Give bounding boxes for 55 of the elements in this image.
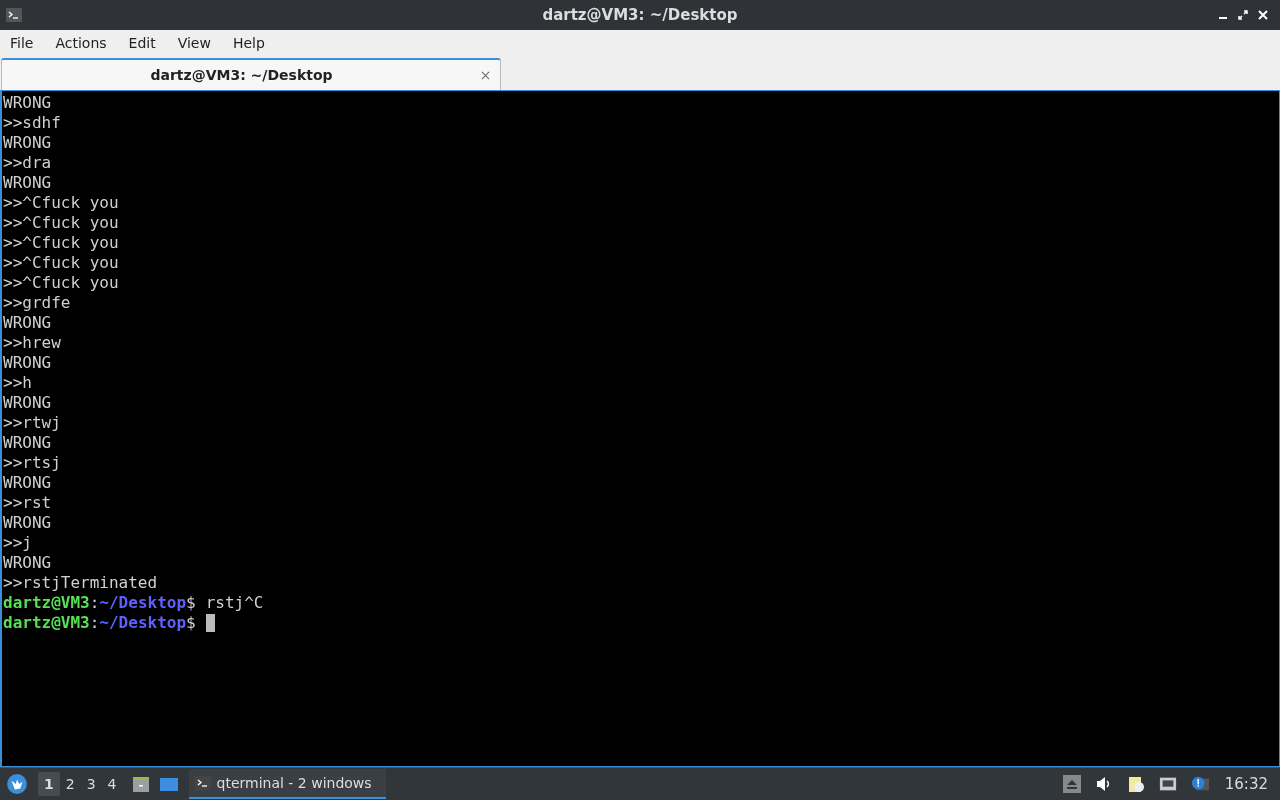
- terminal-line: >>rst: [3, 493, 52, 513]
- terminal-line: WRONG: [3, 353, 52, 373]
- terminal-line: WRONG: [3, 173, 52, 193]
- terminal-line: >>^Cfuck you: [3, 233, 119, 253]
- restore-icon[interactable]: [1238, 10, 1248, 20]
- prompt-path: ~/Desktop: [99, 593, 187, 613]
- terminal-line: WRONG: [3, 473, 52, 493]
- terminal-line: WRONG: [3, 133, 52, 153]
- terminal-line: WRONG: [3, 553, 52, 573]
- terminal-icon: [6, 8, 22, 22]
- clock: 16:32: [1224, 775, 1268, 793]
- command-text: rstj^C: [205, 593, 264, 613]
- file-manager-icon[interactable]: [130, 774, 151, 794]
- network-icon[interactable]: [1158, 775, 1177, 793]
- terminal-line: >>rtwj: [3, 413, 61, 433]
- prompt-separator: :: [89, 613, 100, 633]
- terminal-line: WRONG: [3, 433, 52, 453]
- terminal-line: >>^Cfuck you: [3, 193, 119, 213]
- window-title: dartz@VM3: ~/Desktop: [542, 6, 738, 24]
- prompt-path: ~/Desktop: [99, 613, 187, 633]
- clipboard-icon[interactable]: [1126, 775, 1145, 793]
- eject-icon[interactable]: [1062, 775, 1081, 793]
- terminal-line: >>^Cfuck you: [3, 253, 119, 273]
- terminal-line: >>rtsj: [3, 453, 61, 473]
- menu-item[interactable]: Help: [224, 35, 273, 51]
- terminal-line: >>^Cfuck you: [3, 273, 119, 293]
- menu-item[interactable]: View: [169, 35, 219, 51]
- workspace-button[interactable]: 1: [38, 772, 60, 796]
- prompt-separator: :: [89, 593, 100, 613]
- prompt-symbol: $: [186, 593, 196, 613]
- terminal-line: >>hrew: [3, 333, 61, 353]
- menu-item[interactable]: Edit: [120, 35, 164, 51]
- prompt-user: dartz@VM3: [3, 613, 90, 633]
- terminal-tab[interactable]: dartz@VM3: ~/Desktop: [1, 58, 501, 90]
- terminal-line: >>j: [3, 533, 32, 553]
- terminal-line: WRONG: [3, 313, 52, 333]
- workspace-button[interactable]: 3: [80, 772, 102, 796]
- notification-icon[interactable]: [1190, 775, 1209, 793]
- terminal-line: >>sdhf: [3, 113, 61, 133]
- workspace-button[interactable]: 4: [101, 772, 123, 796]
- terminal-line: WRONG: [3, 393, 52, 413]
- terminal-line: >>grdfe: [3, 293, 71, 313]
- terminal-icon: [194, 776, 211, 790]
- terminal-line: >>rstjTerminated: [3, 573, 158, 593]
- terminal-line: >>^Cfuck you: [3, 213, 119, 233]
- prompt-user: dartz@VM3: [3, 593, 90, 613]
- terminal-line: WRONG: [3, 93, 52, 113]
- workspace-button[interactable]: 2: [59, 772, 81, 796]
- menu-item[interactable]: Actions: [47, 35, 115, 51]
- taskbar-task[interactable]: qterminal - 2 windows: [188, 769, 386, 799]
- terminal-line: WRONG: [3, 513, 52, 533]
- prompt-symbol: $: [186, 613, 196, 633]
- terminal-line: >>h: [3, 373, 32, 393]
- terminal-line: >>dra: [3, 153, 52, 173]
- menu-item[interactable]: File: [2, 35, 42, 51]
